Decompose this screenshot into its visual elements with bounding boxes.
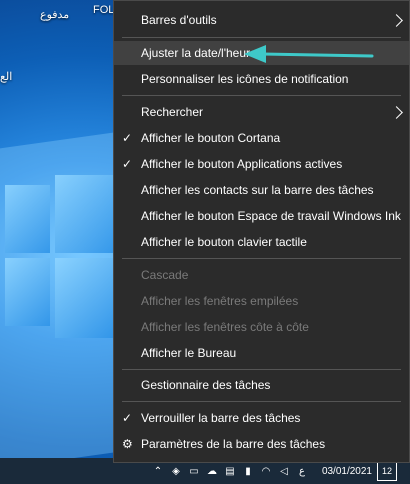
chevron-up-icon[interactable]: ⌃ — [150, 466, 166, 477]
battery-icon[interactable]: ▮ — [240, 466, 256, 477]
menu-item-toolbars[interactable]: Barres d'outils — [114, 8, 409, 32]
logo-pane — [5, 185, 50, 253]
volume-icon[interactable]: ◁ — [276, 466, 292, 477]
chevron-right-icon — [390, 13, 403, 27]
network-icon[interactable]: ▭ — [186, 466, 202, 477]
menu-item-cascade: Cascade — [141, 268, 189, 282]
menu-item-adjust-date-time[interactable]: Ajuster la date/l'heure — [114, 41, 409, 65]
menu-separator — [122, 258, 401, 259]
check-icon: ✓ — [122, 411, 133, 425]
logo-pane — [55, 175, 113, 253]
check-icon: ✓ — [122, 131, 133, 145]
menu-item-show-windows-ink[interactable]: Afficher le bouton Espace de travail Win… — [114, 204, 409, 228]
language-indicator[interactable]: ع — [294, 466, 310, 477]
cloud-icon[interactable]: ☁ — [204, 466, 220, 477]
menu-item-taskbar-settings[interactable]: ⚙ Paramètres de la barre des tâches — [114, 432, 409, 456]
menu-separator — [122, 401, 401, 402]
shield-icon[interactable]: ◈ — [168, 466, 184, 477]
menu-item-show-desktop[interactable]: Afficher le Bureau — [114, 341, 409, 365]
check-icon: ✓ — [122, 157, 133, 171]
menu-separator — [122, 95, 401, 96]
taskbar-date[interactable]: 03/01/2021 — [322, 466, 372, 477]
logo-pane — [5, 258, 50, 326]
menu-item-side-by-side: Afficher les fenêtres côte à côte — [141, 320, 309, 334]
menu-item-lock-taskbar[interactable]: ✓ Verrouiller la barre des tâches — [114, 406, 409, 430]
notification-center-icon[interactable]: 12 — [377, 461, 397, 481]
menu-item-show-cortana[interactable]: ✓ Afficher le bouton Cortana — [114, 126, 409, 150]
gear-icon: ⚙ — [122, 437, 133, 451]
taskbar-context-menu: Barres d'outils Ajuster la date/l'heure … — [113, 0, 410, 463]
printer-icon[interactable]: ▤ — [222, 466, 238, 477]
menu-separator — [122, 369, 401, 370]
menu-item-show-task-view[interactable]: ✓ Afficher le bouton Applications active… — [114, 152, 409, 176]
desktop-icon-label[interactable]: الع — [0, 70, 12, 83]
menu-item-search[interactable]: Rechercher — [114, 100, 409, 124]
menu-item-show-contacts[interactable]: Afficher les contacts sur la barre des t… — [114, 178, 409, 202]
desktop-icon-label[interactable]: FOL — [93, 4, 114, 16]
chevron-right-icon — [390, 105, 403, 119]
menu-separator — [122, 37, 401, 38]
wifi-icon[interactable]: ◠ — [258, 466, 274, 477]
menu-item-task-manager[interactable]: Gestionnaire des tâches — [114, 373, 409, 397]
notification-count: 12 — [381, 466, 392, 476]
menu-item-stacked-windows: Afficher les fenêtres empilées — [141, 294, 299, 308]
logo-pane — [55, 258, 113, 338]
desktop-icon-label[interactable]: مدفوع — [40, 8, 69, 21]
menu-item-customize-notification-icons[interactable]: Personnaliser les icônes de notification — [114, 67, 409, 91]
menu-item-show-touch-keyboard[interactable]: Afficher le bouton clavier tactile — [114, 230, 409, 254]
